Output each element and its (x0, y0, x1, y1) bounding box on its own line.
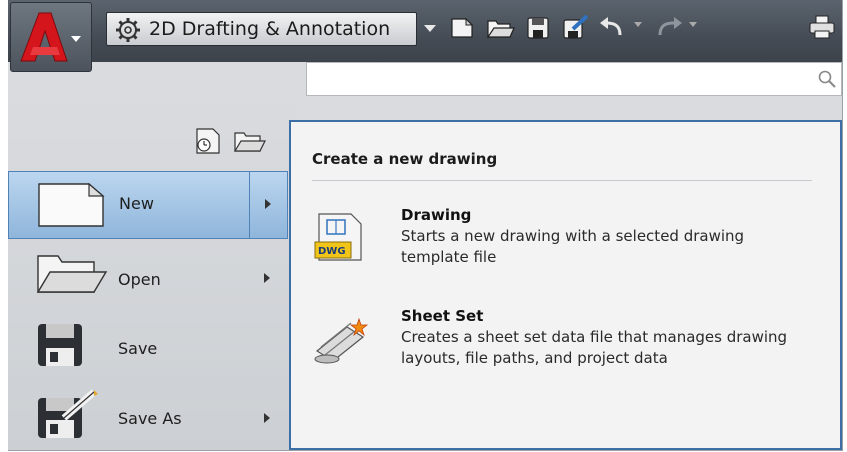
submenu-arrow-icon[interactable] (264, 273, 270, 283)
open-documents-icon[interactable] (232, 127, 268, 155)
plot-icon[interactable] (807, 13, 837, 41)
menu-item-save[interactable]: Save (8, 310, 288, 378)
workspace-switcher[interactable]: 2D Drafting & Annotation (106, 12, 417, 46)
menu-item-label: Save As (118, 409, 182, 428)
save-icon[interactable] (524, 13, 552, 41)
new-icon[interactable] (448, 13, 476, 41)
quick-access-toolbar: 2D Drafting & Annotation (8, 0, 842, 72)
new-submenu-panel: Create a new drawing DWG Drawing Starts … (289, 120, 842, 450)
workspace-label: 2D Drafting & Annotation (149, 18, 391, 40)
dwg-file-icon: DWG (314, 213, 362, 261)
sheet-set-icon (314, 317, 369, 364)
application-menu-icon (20, 12, 81, 62)
search-input[interactable] (306, 62, 842, 96)
gear-icon (116, 18, 140, 42)
submenu-arrow-icon[interactable] (264, 413, 270, 423)
search-icon[interactable] (817, 69, 837, 89)
open-folder-icon (36, 255, 108, 293)
save-as-icon (38, 389, 98, 438)
menu-item-new[interactable]: New (8, 171, 288, 239)
menu-item-save-as[interactable]: Save As (8, 380, 288, 448)
submenu-item-description: Starts a new drawing with a selected dra… (401, 227, 745, 266)
open-icon[interactable] (485, 13, 515, 41)
submenu-item-heading: Drawing (401, 206, 472, 224)
divider (312, 180, 812, 181)
application-menu-button[interactable] (10, 2, 92, 72)
chevron-down-icon[interactable] (634, 22, 642, 28)
new-drawing-icon (38, 182, 105, 227)
redo-icon[interactable] (654, 13, 684, 41)
save-icon (38, 324, 82, 366)
menu-item-label: New (119, 194, 154, 213)
chevron-down-icon[interactable] (689, 22, 697, 28)
recent-documents-icon[interactable] (191, 127, 225, 155)
submenu-item-description: Creates a sheet set data file that manag… (401, 328, 788, 367)
submenu-item-heading: Sheet Set (401, 307, 484, 325)
submenu-item-drawing[interactable]: DWG Drawing Starts a new drawing with a … (313, 206, 813, 276)
save-as-icon[interactable] (561, 13, 591, 41)
menu-item-label: Save (118, 339, 158, 358)
menu-item-open[interactable]: Open (8, 240, 288, 308)
menu-item-label: Open (118, 270, 161, 289)
submenu-item-sheet-set[interactable]: Sheet Set Creates a sheet set data file … (313, 307, 813, 397)
undo-icon[interactable] (598, 13, 628, 41)
submenu-arrow-icon[interactable] (265, 199, 271, 209)
chevron-down-icon[interactable] (424, 25, 436, 33)
split-divider (249, 172, 250, 238)
application-window: 2D Drafting & Annotation New Open Save S… (8, 0, 843, 451)
submenu-title: Create a new drawing (312, 150, 498, 168)
dwg-icon-text: DWG (318, 246, 346, 257)
